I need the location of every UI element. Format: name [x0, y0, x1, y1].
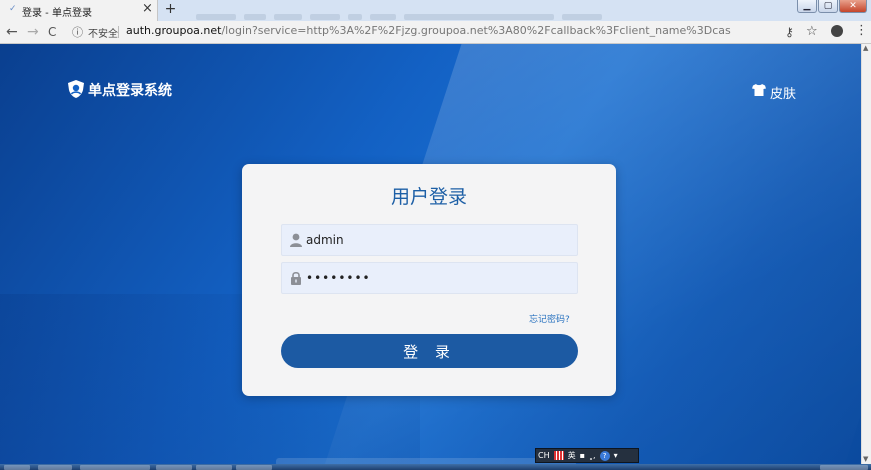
ime-help-icon[interactable]: ?	[599, 450, 610, 461]
ime-menu-icon[interactable]: ▾	[614, 451, 618, 460]
browser-menu-icon[interactable]: ⋮	[855, 23, 868, 38]
login-card: 用户登录 忘记密码? 登 录	[242, 164, 616, 396]
scroll-down-icon[interactable]: ▼	[863, 455, 868, 463]
bookmark-star-icon[interactable]: ☆	[806, 24, 818, 40]
maximize-button[interactable]: ▢	[818, 0, 838, 13]
taskbar-app[interactable]	[38, 465, 72, 470]
system-tray[interactable]	[820, 465, 868, 470]
tab-strip: ✓ 登录 - 单点登录 × + ▁ ▢ ✕	[0, 0, 871, 21]
security-indicator[interactable]: 不安全	[88, 25, 118, 40]
lock-icon	[291, 271, 301, 285]
taskbar-app[interactable]	[196, 465, 232, 470]
shield-icon	[68, 80, 84, 98]
brand-title: 单点登录系统	[88, 83, 172, 99]
profile-avatar-icon[interactable]	[831, 25, 843, 37]
page-background: 单点登录系统 皮肤 用户登录 忘记密码? 登 录	[0, 44, 861, 464]
taskbar-app[interactable]	[236, 465, 272, 470]
page-scrollbar[interactable]: ▲ ▼	[861, 44, 871, 464]
footer-copyright	[276, 458, 576, 464]
taskbar-app[interactable]	[80, 465, 150, 470]
url-text[interactable]: auth.groupoa.net/login?service=http%3A%2…	[126, 24, 731, 37]
url-host: auth.groupoa.net	[126, 24, 222, 37]
login-button[interactable]: 登 录	[281, 334, 578, 368]
close-window-button[interactable]: ✕	[839, 0, 867, 13]
loading-icon: ✓	[9, 4, 17, 14]
address-bar[interactable]: ⓘ 不安全 auth.groupoa.net/login?service=htt…	[66, 23, 766, 41]
os-taskbar	[0, 464, 871, 470]
start-button[interactable]	[4, 465, 30, 470]
user-icon	[290, 233, 302, 247]
forgot-password-link[interactable]: 忘记密码?	[529, 312, 570, 325]
new-tab-button[interactable]: +	[163, 2, 178, 17]
skin-label: 皮肤	[770, 87, 797, 102]
username-field[interactable]	[281, 224, 578, 256]
back-arrow-icon[interactable]: ←	[6, 24, 18, 40]
tab-close-icon[interactable]: ×	[142, 2, 153, 16]
background-window-tabs	[196, 5, 610, 20]
address-separator	[118, 26, 119, 38]
username-input[interactable]	[306, 230, 568, 250]
url-path: /login?service=http%3A%2F%2Fjzg.groupoa.…	[221, 24, 731, 37]
minimize-button[interactable]: ▁	[797, 0, 817, 13]
window-controls: ▁ ▢ ✕	[797, 0, 867, 13]
ime-flag-icon	[553, 451, 564, 460]
ime-tool-icon[interactable]: ▪	[580, 451, 585, 460]
forward-arrow-icon[interactable]: →	[27, 24, 39, 40]
login-title: 用户登录	[390, 186, 467, 208]
password-input[interactable]	[306, 268, 568, 288]
ime-language[interactable]: CH	[538, 451, 550, 460]
taskbar-app[interactable]	[156, 465, 192, 470]
browser-tab[interactable]: ✓ 登录 - 单点登录 ×	[0, 0, 158, 21]
info-circle-icon[interactable]: ⓘ	[72, 24, 83, 40]
ime-mode[interactable]: 英	[568, 450, 576, 461]
password-field[interactable]	[281, 262, 578, 294]
tshirt-icon	[752, 84, 766, 96]
ime-toolbar[interactable]: CH 英 ▪ ˳, ? ▾	[535, 448, 639, 463]
browser-toolbar: ← → C ⓘ 不安全 auth.groupoa.net/login?servi…	[0, 21, 871, 44]
reload-icon[interactable]: C	[48, 24, 56, 40]
key-icon[interactable]: ⚷	[785, 24, 794, 40]
ime-punct-icon[interactable]: ˳,	[589, 451, 596, 460]
tab-title: 登录 - 单点登录	[22, 8, 92, 19]
scroll-up-icon[interactable]: ▲	[863, 44, 868, 52]
